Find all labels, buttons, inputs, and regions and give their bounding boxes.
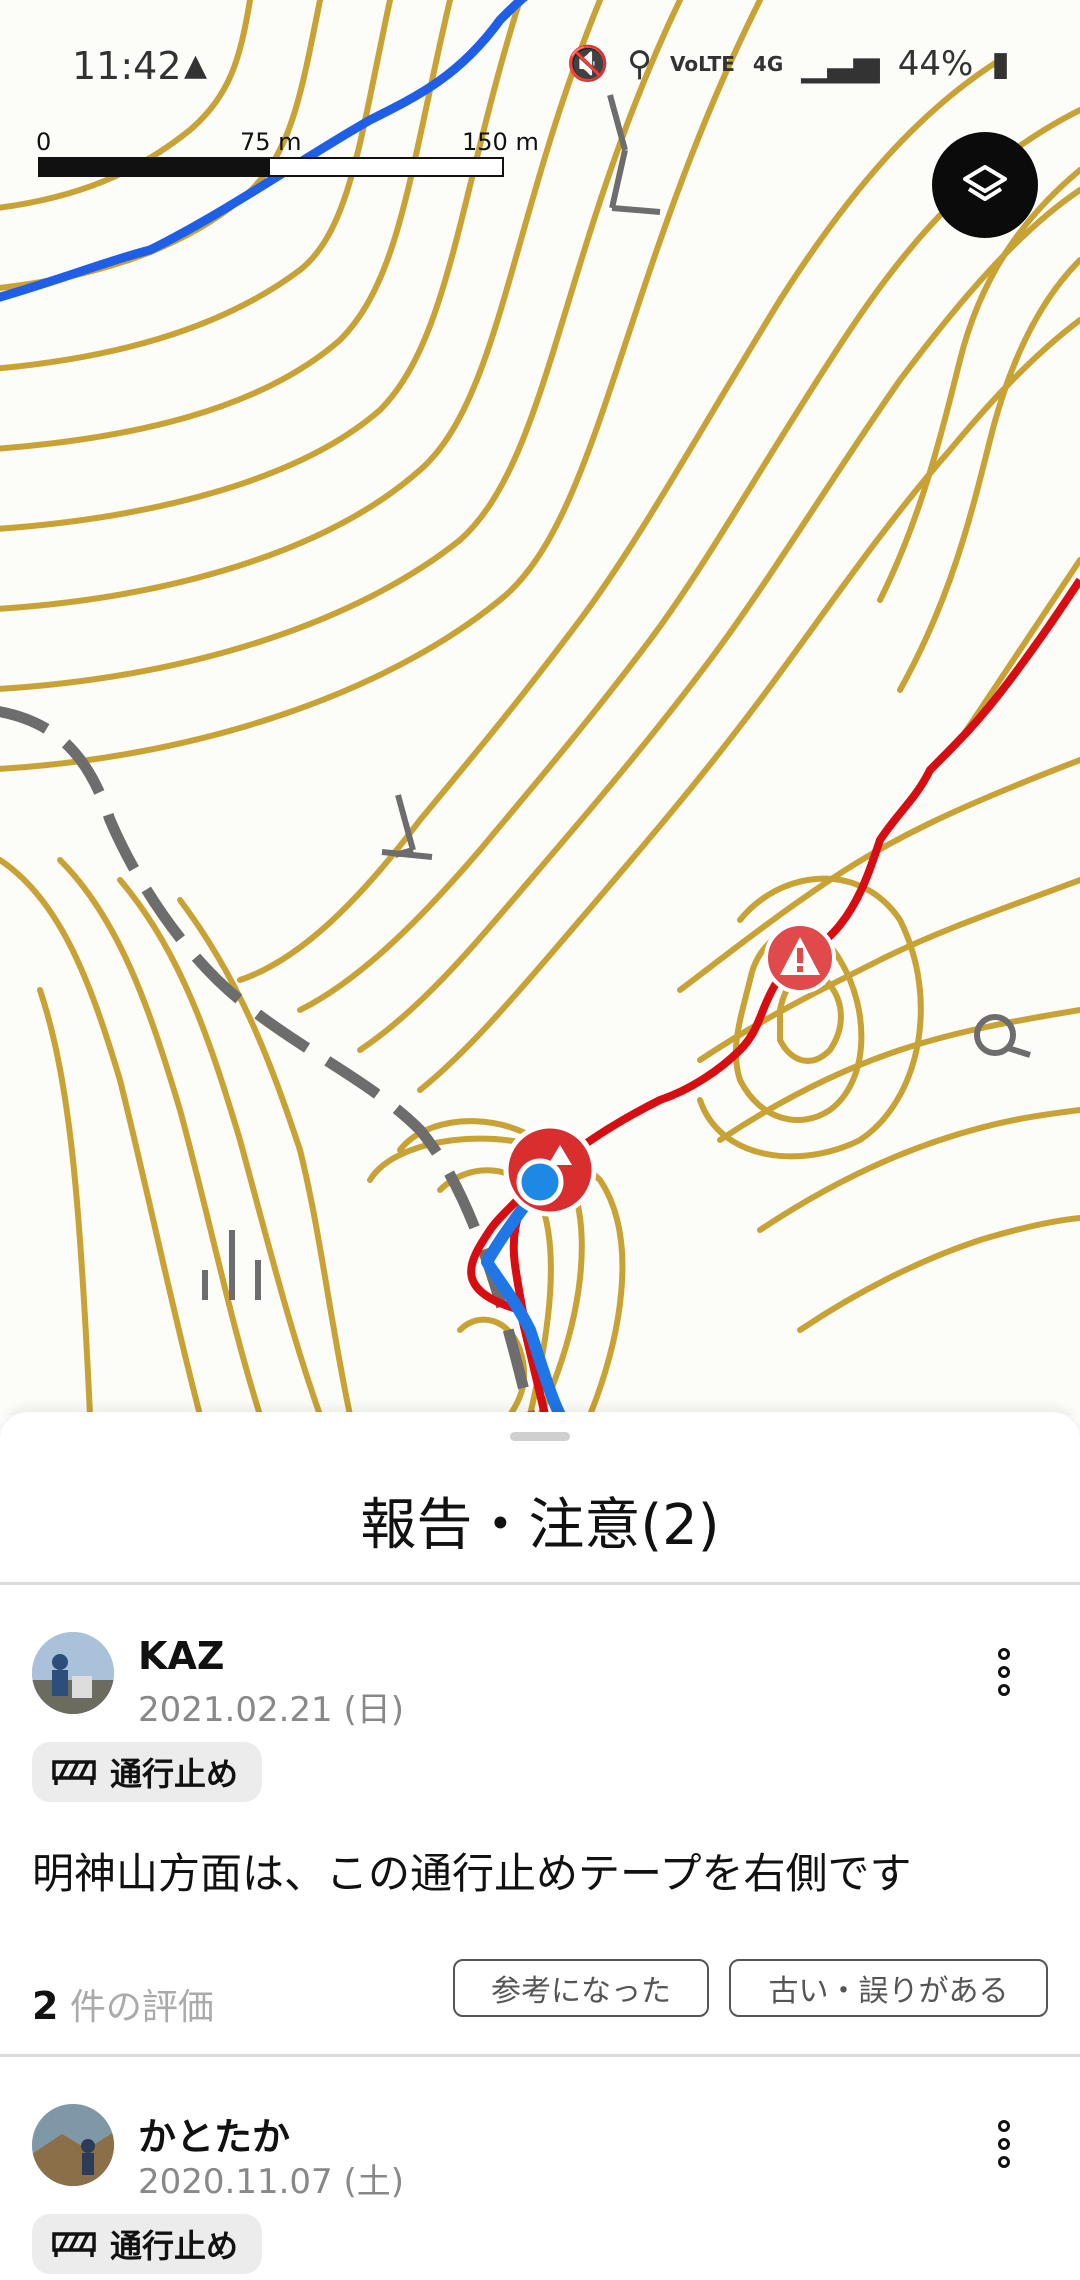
battery-percent: 44% <box>897 44 974 84</box>
report-tag-label: 通行止め <box>110 1755 239 1793</box>
mute-icon: 🔇 <box>566 44 610 84</box>
report-user[interactable]: かとたか <box>138 2106 290 2161</box>
map-scale-bar <box>38 157 504 177</box>
report-user[interactable]: KAZ <box>138 1634 224 1678</box>
trail-line <box>467 577 1080 1415</box>
status-icons: 🔇 ⚲ VoLTE 4G ▁▃▅ 44% ▮ <box>567 44 1010 84</box>
avatar[interactable] <box>32 2104 114 2186</box>
reports-sheet[interactable]: 報告・注意(2) KAZ 2021.02.21 (日) 通行止め 明神山方面は、… <box>0 1412 1080 2280</box>
summit-marker <box>503 1123 597 1217</box>
scale-label-75: 75 m <box>240 128 302 156</box>
report-item: かとたか 2020.11.07 (土) 通行止め <box>0 2054 1080 2280</box>
layers-button[interactable] <box>932 132 1038 238</box>
report-tag: 通行止め <box>32 1742 263 1802</box>
status-time: 11:42 <box>72 44 182 88</box>
report-date: 2021.02.21 (日) <box>138 1690 405 1730</box>
scale-label-150: 150 m <box>462 128 539 156</box>
barrier-icon <box>52 2232 96 2257</box>
barrier-icon <box>52 1760 96 1785</box>
topo-map[interactable] <box>0 0 1080 1415</box>
status-bar: 11:42 ▲ 🔇 ⚲ VoLTE 4G ▁▃▅ 44% ▮ <box>0 0 1080 130</box>
report-item: KAZ 2021.02.21 (日) 通行止め 明神山方面は、この通行止めテープ… <box>0 1582 1080 2122</box>
sheet-title: 報告・注意(2) <box>360 1493 720 1558</box>
helpful-button[interactable]: 参考になった <box>453 1959 709 2017</box>
topo-map-canvas <box>0 0 1080 1415</box>
battery-icon: ▮ <box>991 44 1010 84</box>
more-options-button[interactable] <box>984 1642 1024 1702</box>
avatar[interactable] <box>32 1632 114 1714</box>
report-date: 2020.11.07 (土) <box>138 2162 405 2202</box>
warning-triangle-icon: ▲ <box>184 48 208 83</box>
scale-label-0: 0 <box>36 128 52 156</box>
location-icon: ⚲ <box>627 44 653 84</box>
network-4g-icon: 4G <box>752 52 784 76</box>
layers-icon <box>963 165 1007 201</box>
warning-marker <box>764 922 836 994</box>
rating-summary: 2 件の評価 <box>32 1978 214 2030</box>
signal-icon: ▁▃▅ <box>801 44 880 84</box>
volte-icon: VoLTE <box>670 52 735 76</box>
more-options-button[interactable] <box>984 2114 1024 2174</box>
report-tag: 通行止め <box>32 2214 263 2274</box>
report-tag-label: 通行止め <box>110 2227 239 2265</box>
rating-count: 2 <box>32 1984 59 2028</box>
rating-label: 件の評価 <box>69 1987 214 2028</box>
outdated-button[interactable]: 古い・誤りがある <box>729 1959 1048 2017</box>
report-comment: 明神山方面は、この通行止めテープを右側です <box>32 1849 912 1898</box>
sheet-drag-handle[interactable] <box>510 1432 570 1441</box>
